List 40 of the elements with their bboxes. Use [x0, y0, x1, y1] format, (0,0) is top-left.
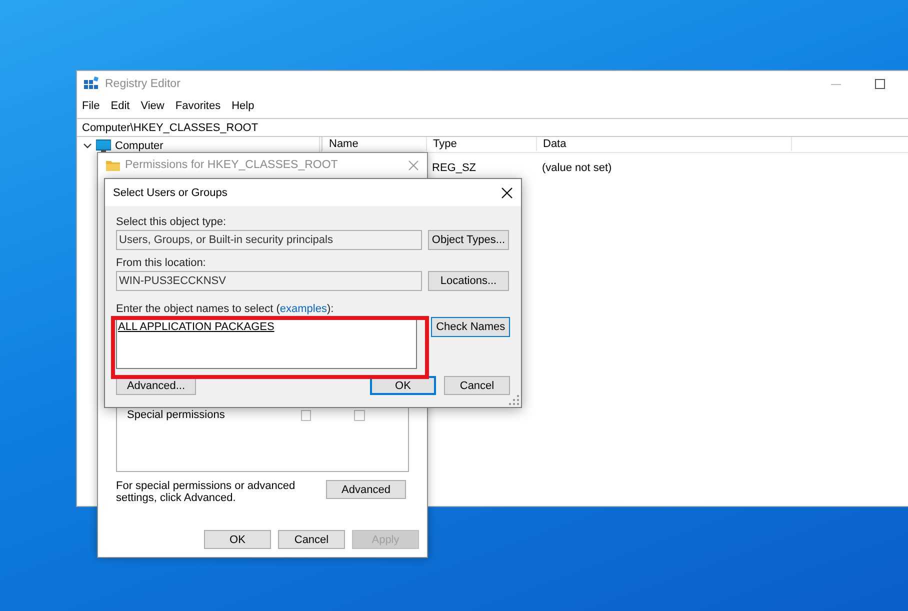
table-cell-text: (value not set) — [541, 161, 613, 176]
table-cell-text: REG_SZ — [431, 162, 478, 174]
resize-grip-icon — [508, 394, 520, 406]
examples-link[interactable]: examples — [280, 303, 327, 315]
address-bar[interactable]: Computer\HKEY_CLASSES_ROOT — [77, 118, 908, 137]
folder-icon — [106, 159, 120, 171]
location-field: WIN-PUS3ECCKNSV — [116, 271, 422, 291]
resolved-name: ALL APPLICATION PACKAGES — [118, 321, 274, 333]
dialog-title: Permissions for HKEY_CLASSES_ROOT — [125, 159, 338, 171]
checkbox[interactable] — [354, 410, 366, 420]
dialog-button[interactable]: OK — [204, 530, 271, 549]
monitor-icon — [96, 139, 111, 152]
menu-item[interactable]: Edit — [110, 100, 130, 112]
menu-item[interactable]: View — [140, 100, 164, 112]
field-label: From this location: — [116, 256, 207, 271]
field-label: Enter the object names to select (examples): — [116, 302, 335, 317]
field-label: Select this object type: — [116, 215, 228, 230]
locations-button[interactable]: Locations... — [428, 271, 509, 291]
dialog-button[interactable]: Cancel — [444, 376, 510, 395]
advanced-note: For special permissions or advanced settings, click Advanced. — [116, 480, 296, 504]
checkbox[interactable] — [300, 410, 312, 420]
permission-name: Special permissions — [127, 409, 226, 421]
dialog-title: Select Users or Groups — [113, 186, 228, 198]
registry-app-icon — [83, 76, 99, 91]
maximize-icon — [875, 78, 885, 88]
tree-item[interactable]: Computer — [115, 140, 164, 152]
menu-item[interactable]: Help — [232, 100, 254, 112]
names-field[interactable]: ALL APPLICATION PACKAGES — [116, 317, 418, 369]
column-header[interactable]: Name — [322, 137, 426, 151]
dialog-button[interactable]: Cancel — [278, 530, 345, 549]
column-header[interactable]: Data — [536, 137, 792, 151]
menu-item[interactable]: File — [82, 100, 100, 112]
advanced-button[interactable]: Advanced — [326, 480, 406, 499]
window-title: Registry Editor — [105, 78, 180, 90]
object-types-button[interactable]: Object Types... — [428, 230, 509, 250]
check-names-button[interactable]: Check Names — [431, 317, 510, 337]
close-icon[interactable] — [501, 186, 513, 198]
column-header[interactable]: Type — [426, 137, 536, 151]
object-type-field: Users, Groups, or Built-in security principals — [116, 230, 422, 250]
menu-item[interactable]: Favorites — [175, 100, 221, 112]
